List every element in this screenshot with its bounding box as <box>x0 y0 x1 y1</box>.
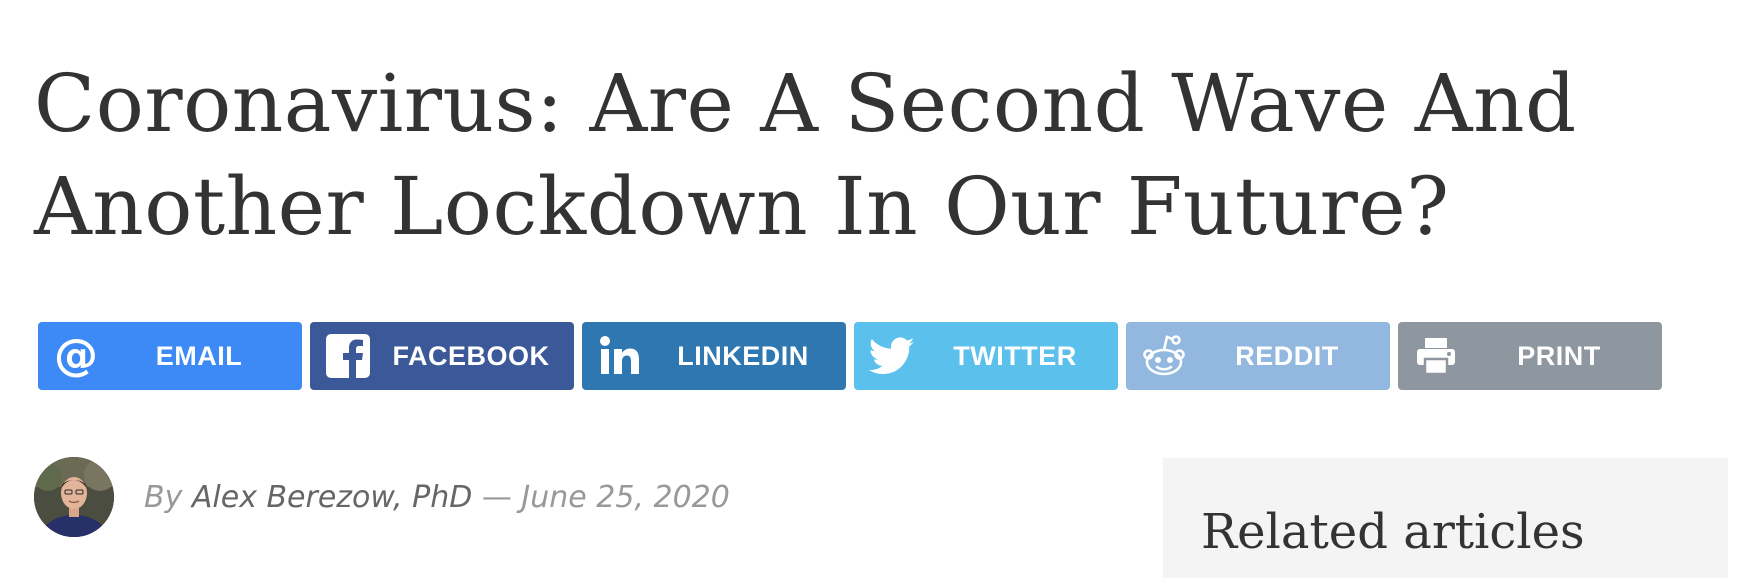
share-reddit-button[interactable]: REDDIT <box>1126 322 1390 390</box>
share-linkedin-button[interactable]: LINKEDIN <box>582 322 846 390</box>
author-name-link[interactable]: Alex Berezow, PhD <box>192 480 472 515</box>
twitter-icon <box>868 332 916 380</box>
share-print-label: PRINT <box>1517 340 1601 371</box>
facebook-icon <box>324 332 372 380</box>
reddit-icon <box>1140 332 1188 380</box>
linkedin-icon <box>596 332 644 380</box>
share-email-button[interactable]: @ EMAIL <box>38 322 302 390</box>
article-title: Coronavirus: Are A Second Wave And Anoth… <box>34 57 1577 253</box>
svg-text:@: @ <box>54 333 98 379</box>
share-facebook-button[interactable]: FACEBOOK <box>310 322 574 390</box>
share-bar: @ EMAIL FACEBOOK LINKEDIN TWITTER REDDIT… <box>38 322 1662 390</box>
share-twitter-button[interactable]: TWITTER <box>854 322 1118 390</box>
printer-icon <box>1412 332 1460 380</box>
related-articles-heading: Related articles <box>1201 504 1585 560</box>
share-twitter-label: TWITTER <box>953 340 1077 371</box>
article-page: Coronavirus: Are A Second Wave And Anoth… <box>0 0 1756 578</box>
at-icon: @ <box>52 332 100 380</box>
share-reddit-label: REDDIT <box>1235 340 1339 371</box>
byline-separator: — <box>472 479 522 515</box>
share-linkedin-label: LINKEDIN <box>677 340 809 371</box>
byline-prefix: By <box>144 479 192 515</box>
byline-text: By Alex Berezow, PhD — June 25, 2020 <box>144 480 730 515</box>
publish-date: June 25, 2020 <box>521 479 730 515</box>
byline: By Alex Berezow, PhD — June 25, 2020 <box>34 457 730 537</box>
share-facebook-label: FACEBOOK <box>392 340 550 371</box>
author-avatar[interactable] <box>34 457 114 537</box>
share-print-button[interactable]: PRINT <box>1398 322 1662 390</box>
share-email-label: EMAIL <box>155 340 243 371</box>
related-articles-panel: Related articles <box>1163 458 1728 578</box>
